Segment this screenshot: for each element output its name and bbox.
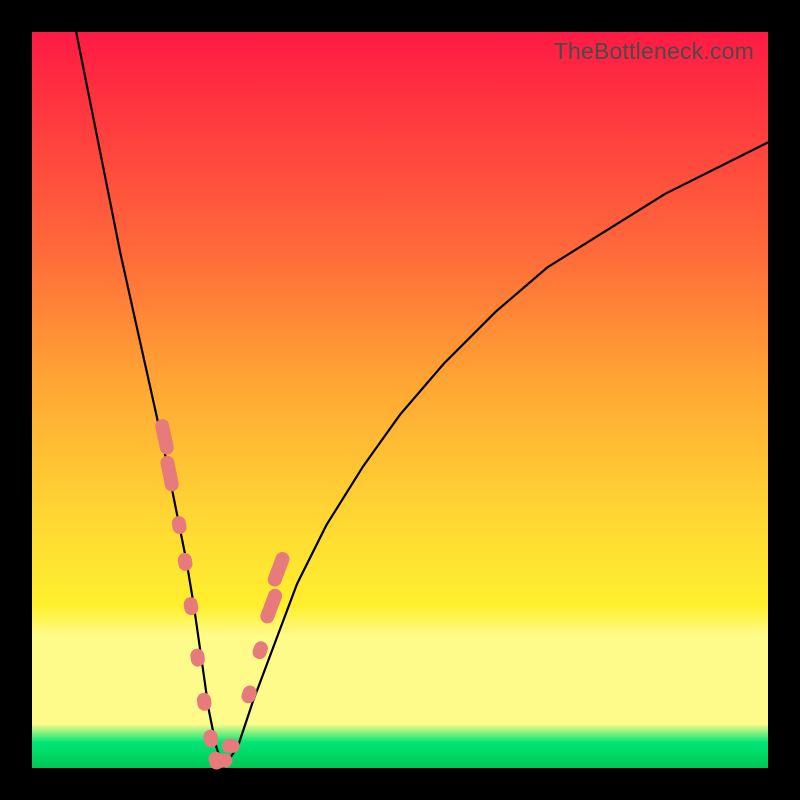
curve-marker [266, 550, 292, 589]
curve-marker [222, 739, 240, 753]
curve-marker [251, 639, 270, 661]
curve-marker [177, 552, 194, 572]
curve-marker [196, 692, 212, 712]
chart-plot-area: TheBottleneck.com [32, 32, 768, 768]
chart-svg [32, 32, 768, 768]
marker-group [154, 418, 292, 771]
curve-marker [159, 455, 180, 493]
curve-marker [171, 515, 188, 535]
curve-marker [214, 754, 232, 768]
curve-marker [239, 684, 258, 706]
curve-marker [258, 587, 284, 626]
chart-frame: TheBottleneck.com [0, 0, 800, 800]
curve-marker [183, 596, 200, 616]
curve-marker [154, 418, 175, 456]
bottleneck-curve [76, 32, 768, 768]
